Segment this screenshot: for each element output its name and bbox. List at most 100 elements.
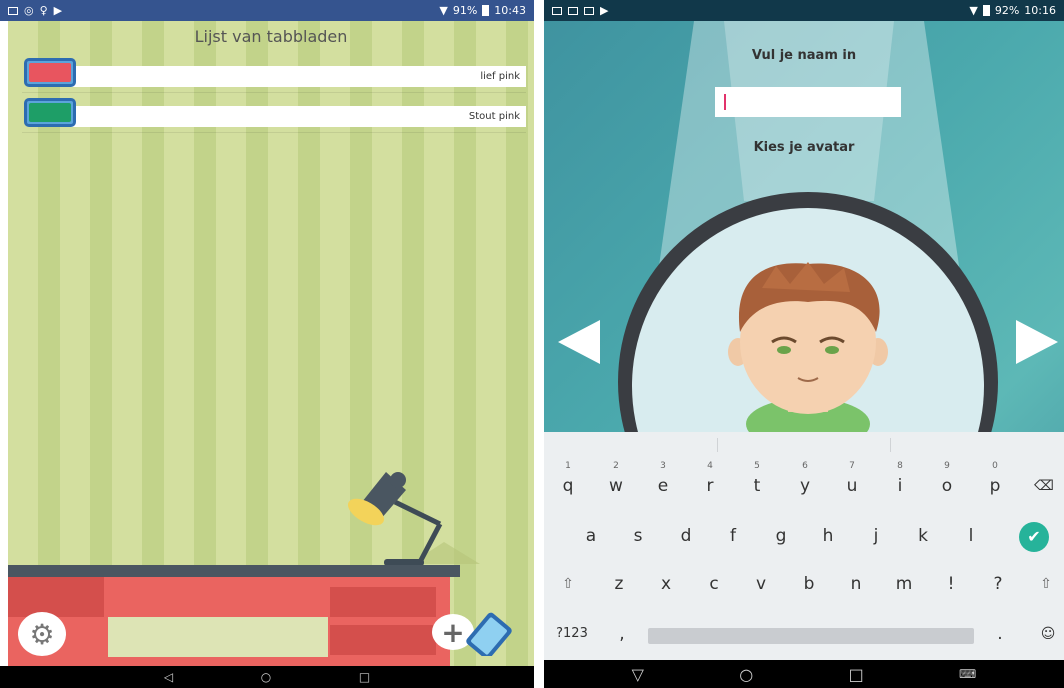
shift-icon: ⇧ <box>562 576 574 592</box>
key-i[interactable]: 8i <box>880 461 920 506</box>
wifi-icon: ▼ <box>969 4 978 17</box>
key-b[interactable]: b <box>789 564 829 604</box>
recents-button[interactable]: □ <box>849 665 864 684</box>
desk-drawer <box>330 587 436 617</box>
suggestion-slot[interactable] <box>544 438 718 452</box>
back-button[interactable]: ▽ <box>632 665 644 684</box>
gallery-icon <box>8 6 18 15</box>
tab-item[interactable]: lief pink <box>22 57 526 93</box>
backspace-key[interactable]: ⌫ <box>1024 466 1064 506</box>
key-u[interactable]: 7u <box>832 461 872 506</box>
key-n[interactable]: n <box>836 564 876 604</box>
nav-bar: ▽ ○ □ ⌨ <box>544 660 1064 688</box>
tablet-color-icon <box>24 98 76 127</box>
image-icon <box>584 6 594 15</box>
key-z[interactable]: z <box>599 564 639 604</box>
clock: 10:43 <box>494 4 526 17</box>
recents-button[interactable]: □ <box>359 670 370 684</box>
suggestion-slot[interactable] <box>718 438 892 452</box>
soft-keyboard: 1q 2w 3e 4r 5t 6y 7u 8i 9o 0p ⌫ a s d f … <box>544 432 1064 660</box>
key-s[interactable]: s <box>618 516 658 556</box>
next-avatar-arrow[interactable] <box>1016 320 1058 364</box>
spacebar[interactable] <box>648 628 974 644</box>
key-x[interactable]: x <box>646 564 686 604</box>
backspace-icon: ⌫ <box>1034 478 1054 494</box>
key-q[interactable]: 1q <box>548 461 588 506</box>
battery-level: 91% <box>452 4 478 17</box>
home-button[interactable]: ○ <box>261 670 271 684</box>
screen-icon <box>568 6 578 15</box>
profile-setup-screen: ▶ ▼ 92% 10:16 Vul je naam in Kies je ava… <box>544 0 1064 688</box>
tab-color-swatch <box>29 63 71 82</box>
key-exclamation[interactable]: ! <box>931 564 971 604</box>
bulb-icon: ♀ <box>39 4 48 17</box>
gear-icon: ⚙ <box>29 617 55 651</box>
keyboard-row-2: a s d f g h j k l <box>544 516 1064 556</box>
avatar-selector[interactable] <box>612 192 1004 432</box>
keyboard-switch-icon[interactable]: ⌨ <box>959 667 976 681</box>
shift-key-right[interactable]: ⇧ <box>1026 564 1064 604</box>
name-prompt: Vul je naam in <box>751 48 857 63</box>
key-e[interactable]: 3e <box>643 461 683 506</box>
key-l[interactable]: l <box>951 516 991 556</box>
name-input[interactable] <box>715 87 901 117</box>
settings-button[interactable]: ⚙ <box>18 612 66 656</box>
key-o[interactable]: 9o <box>927 461 967 506</box>
key-question[interactable]: ? <box>978 564 1018 604</box>
back-button[interactable]: ◁ <box>164 670 173 684</box>
key-p[interactable]: 0p <box>975 461 1015 506</box>
desk-opening <box>108 617 328 657</box>
emoji-key[interactable]: ☺ <box>1028 614 1064 654</box>
key-period[interactable]: . <box>980 614 1020 654</box>
tab-label: Stout pink <box>38 106 526 127</box>
shift-key-left[interactable]: ⇧ <box>548 564 588 604</box>
nav-bar: ◁ ○ □ <box>0 666 534 688</box>
tablet-color-icon <box>24 58 76 87</box>
key-m[interactable]: m <box>884 564 924 604</box>
suggestion-slot[interactable] <box>891 438 1064 452</box>
key-c[interactable]: c <box>694 564 734 604</box>
desk-lamp-illustration <box>347 472 480 564</box>
key-k[interactable]: k <box>903 516 943 556</box>
status-bar: ▶ ▼ 92% 10:16 <box>544 0 1064 21</box>
key-y[interactable]: 6y <box>785 461 825 506</box>
battery-icon <box>482 5 490 16</box>
previous-avatar-arrow[interactable] <box>558 320 600 364</box>
desk-drawer <box>8 577 104 617</box>
key-g[interactable]: g <box>761 516 801 556</box>
tablet-icon[interactable] <box>464 612 518 656</box>
battery-icon <box>982 5 990 16</box>
symbols-key[interactable]: ?123 <box>548 614 596 654</box>
keyboard-row-3: ⇧ z x c v b n m ! ? ⇧ <box>544 564 1064 604</box>
plus-icon: + <box>441 615 465 649</box>
clock: 10:16 <box>1024 4 1056 17</box>
battery-level: 92% <box>994 4 1020 17</box>
enter-button[interactable]: ✔ <box>1019 522 1049 552</box>
gallery-icon <box>552 6 562 15</box>
emoji-icon: ☺ <box>1040 626 1056 642</box>
play-store-icon: ▶ <box>600 4 609 17</box>
key-h[interactable]: h <box>808 516 848 556</box>
wifi-icon: ▼ <box>439 4 448 17</box>
key-v[interactable]: v <box>741 564 781 604</box>
sync-icon: ◎ <box>24 4 34 17</box>
key-f[interactable]: f <box>713 516 753 556</box>
tab-item[interactable]: Stout pink <box>22 97 526 133</box>
desk-top <box>8 565 460 577</box>
shift-icon: ⇧ <box>1040 576 1052 592</box>
text-cursor <box>724 94 726 110</box>
avatar-boy-face <box>618 192 998 432</box>
desk-illustration <box>8 577 450 666</box>
key-d[interactable]: d <box>666 516 706 556</box>
key-w[interactable]: 2w <box>596 461 636 506</box>
key-r[interactable]: 4r <box>690 461 730 506</box>
avatar-prompt: Kies je avatar <box>753 140 855 155</box>
tab-label: lief pink <box>38 66 526 87</box>
tab-color-swatch <box>29 103 71 122</box>
key-j[interactable]: j <box>856 516 896 556</box>
tab-list-screen: ◎ ♀ ▶ ▼ 91% 10:43 Lijst van tabbladen li… <box>0 0 534 688</box>
key-a[interactable]: a <box>571 516 611 556</box>
key-comma[interactable]: , <box>602 614 642 654</box>
key-t[interactable]: 5t <box>737 461 777 506</box>
home-button[interactable]: ○ <box>739 665 753 684</box>
